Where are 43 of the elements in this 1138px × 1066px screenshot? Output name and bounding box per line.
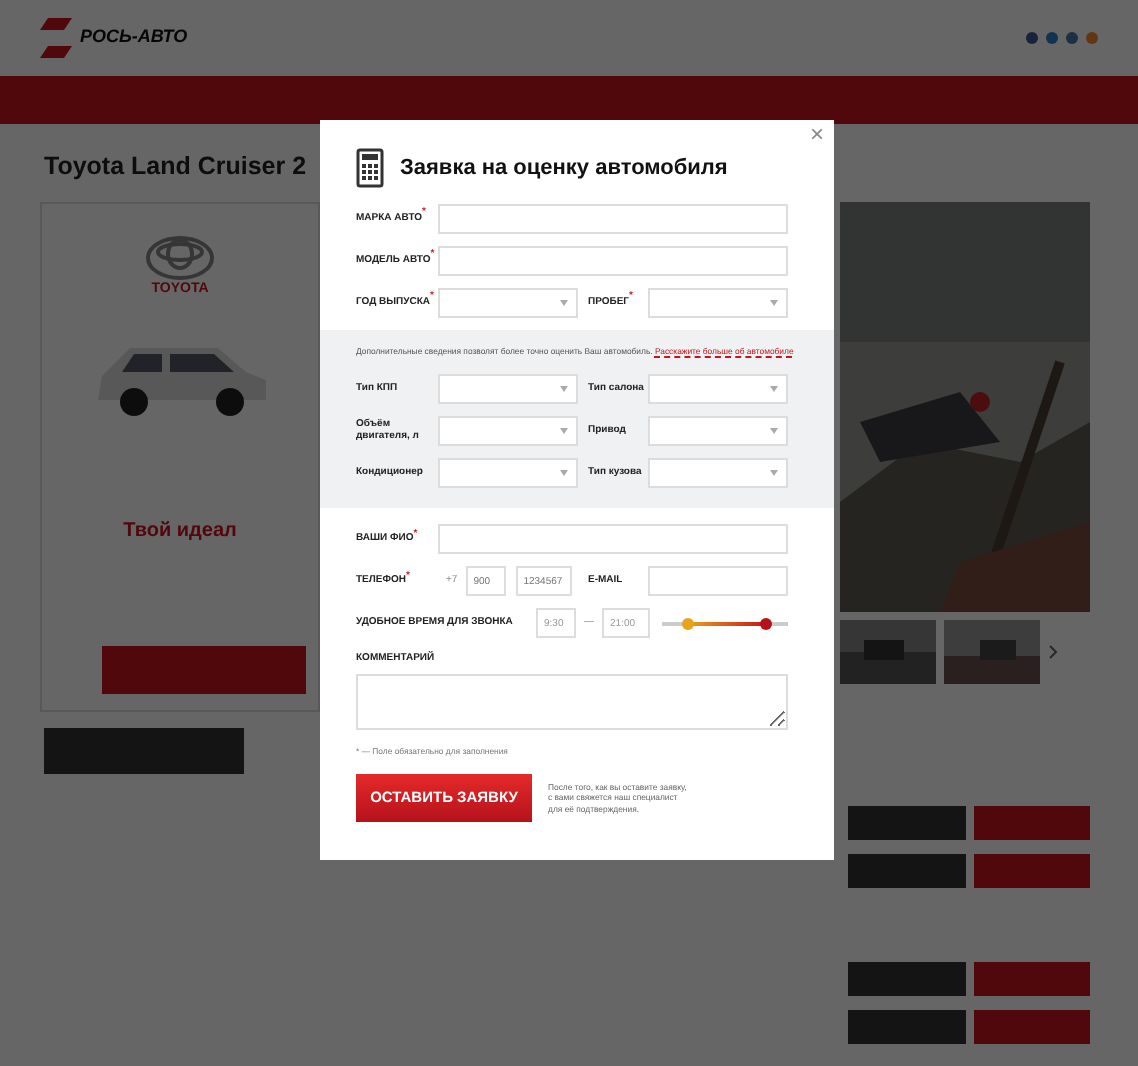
close-button[interactable]: × — [809, 122, 824, 146]
caret-icon — [770, 428, 778, 435]
caret-icon — [560, 428, 568, 435]
slider-track[interactable] — [662, 621, 788, 626]
dropdown[interactable] — [438, 288, 578, 318]
button[interactable] — [848, 961, 966, 996]
caret-icon — [770, 300, 778, 306]
slider-handle[interactable] — [681, 617, 694, 630]
button[interactable] — [848, 853, 966, 888]
button[interactable] — [974, 961, 1090, 996]
comment-field[interactable] — [356, 673, 788, 730]
button[interactable] — [974, 853, 1090, 888]
calculator-icon — [356, 148, 384, 188]
brand-emblem-icon — [146, 235, 214, 280]
input-field[interactable] — [648, 566, 788, 597]
logo-text: РОСЬ-АВТО — [80, 24, 188, 51]
dropdown[interactable] — [648, 374, 788, 405]
button[interactable] — [974, 805, 1090, 840]
dropdown[interactable] — [648, 288, 788, 318]
caret-icon — [560, 300, 568, 306]
page-title: Toyota Land Cruiser 2 — [44, 150, 307, 184]
slider-handle[interactable] — [760, 617, 773, 630]
caret-icon — [770, 386, 778, 393]
logo-stripes-icon — [40, 14, 72, 62]
dropdown[interactable] — [648, 458, 788, 489]
button[interactable] — [974, 1009, 1090, 1044]
caret-icon — [770, 470, 778, 477]
button[interactable] — [848, 1009, 966, 1044]
input-field[interactable] — [438, 524, 788, 555]
caret-icon — [560, 386, 568, 393]
chevron-right-icon — [1048, 643, 1058, 660]
dropdown[interactable] — [438, 458, 578, 489]
dropdown[interactable] — [438, 416, 578, 447]
button[interactable] — [848, 805, 966, 840]
input-field[interactable] — [438, 246, 788, 276]
button[interactable] — [102, 645, 306, 694]
slogan-text: Твой идеал — [123, 518, 237, 547]
input-field[interactable] — [438, 204, 788, 234]
modal-title: Заявка на оценку автомобиля — [400, 153, 728, 184]
dropdown[interactable] — [648, 416, 788, 447]
dropdown[interactable] — [438, 374, 578, 405]
caret-icon — [560, 470, 568, 477]
button[interactable] — [44, 727, 244, 774]
